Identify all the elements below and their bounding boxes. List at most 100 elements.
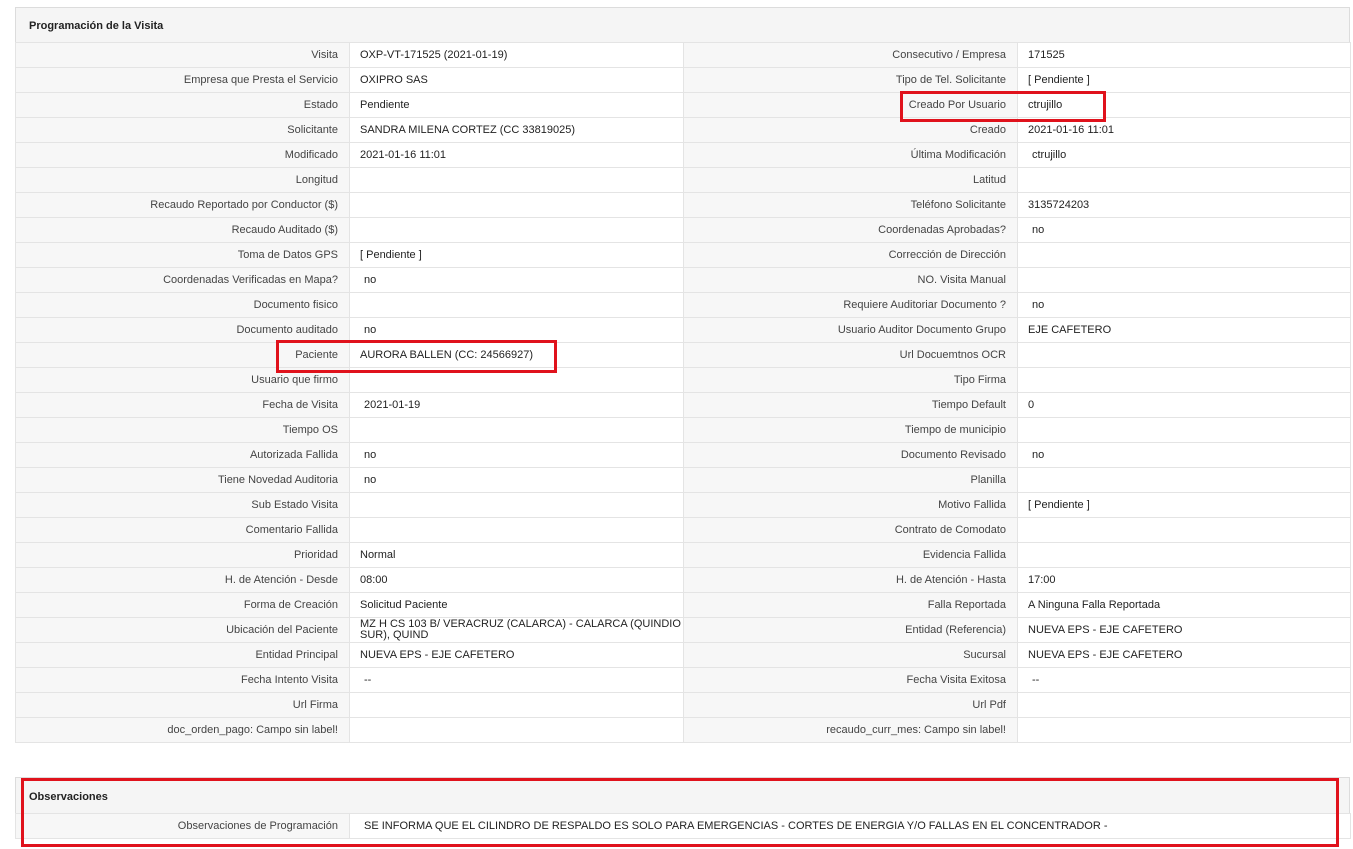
field-label: NO. Visita Manual [683,267,1018,293]
table-row: Fecha de Visita 2021-01-19 Tiempo Default 0 [15,392,1351,418]
field-value: NUEVA EPS - EJE CAFETERO [1017,617,1351,643]
field-value: 2021-01-16 11:01 [1017,117,1351,143]
field-value: [ Pendiente ] [349,242,684,268]
field-label: Tipo Firma [683,367,1018,393]
field-label: Tiempo de municipio [683,417,1018,443]
observaciones-title: Observaciones [15,777,1350,813]
field-label: Falla Reportada [683,592,1018,618]
field-value: no [349,267,684,293]
field-value: ctrujillo [1017,92,1351,118]
field-label: Autorizada Fallida [15,442,350,468]
field-label: Entidad (Referencia) [683,617,1018,643]
field-value [349,717,684,743]
table-row: H. de Atención - Desde 08:00 H. de Atenció… [15,567,1351,593]
table-row: Toma de Datos GPS[ Pendiente ] Corrección… [15,242,1351,268]
field-value: 2021-01-16 11:01 [349,142,684,168]
table-row: Coordenadas Verificadas en Mapa? no NO. Vi… [15,267,1351,293]
table-row: Modificado 2021-01-16 11:01 Última Modific… [15,142,1351,168]
field-value: no [349,317,684,343]
field-value: [ Pendiente ] [1017,492,1351,518]
field-value: 3135724203 [1017,192,1351,218]
table-row: Recaudo Auditado ($) Coordenadas Aprobada… [15,217,1351,243]
field-value: NUEVA EPS - EJE CAFETERO [349,642,684,668]
field-value [1017,542,1351,568]
field-value [1017,692,1351,718]
table-row: Url Firma Url Pdf [15,692,1351,718]
field-value: EJE CAFETERO [1017,317,1351,343]
field-label: Coordenadas Verificadas en Mapa? [15,267,350,293]
field-label: Consecutivo / Empresa [683,42,1018,68]
field-value [349,167,684,193]
field-label: Estado [15,92,350,118]
field-value: no [1017,442,1351,468]
table-row: Estado Pendiente Creado Por Usuario ctrujil… [15,92,1351,118]
field-label: Empresa que Presta el Servicio [15,67,350,93]
field-label: Última Modificación [683,142,1018,168]
field-label: Documento Revisado [683,442,1018,468]
field-value: 08:00 [349,567,684,593]
field-value: Normal [349,542,684,568]
field-label: doc_orden_pago: Campo sin label! [15,717,350,743]
field-label: Creado [683,117,1018,143]
field-label: Fecha Intento Visita [15,667,350,693]
field-value [349,217,684,243]
field-value: SANDRA MILENA CORTEZ (CC 33819025) [349,117,684,143]
field-label: Ubicación del Paciente [15,617,350,643]
field-value: AURORA BALLEN (CC: 24566927) [349,342,684,368]
field-label: Comentario Fallida [15,517,350,543]
observaciones-label: Observaciones de Programación [15,813,350,839]
table-row: Observaciones de Programación SE INFORMA… [15,813,1351,839]
field-label: Solicitante [15,117,350,143]
field-value [349,517,684,543]
field-value [349,292,684,318]
visit-details-table: Visita OXP-VT-171525 (2021-01-19) Consecut… [15,42,1351,743]
field-value [1017,367,1351,393]
field-label: Teléfono Solicitante [683,192,1018,218]
field-value [349,692,684,718]
field-label: Contrato de Comodato [683,517,1018,543]
field-label: Paciente [15,342,350,368]
field-label: Evidencia Fallida [683,542,1018,568]
table-row: Documento auditado no Usuario Auditor Docu… [15,317,1351,343]
field-label: Requiere Auditoriar Documento ? [683,292,1018,318]
field-label: Sucursal [683,642,1018,668]
field-label: Forma de Creación [15,592,350,618]
field-label: Recaudo Reportado por Conductor ($) [15,192,350,218]
field-value [1017,517,1351,543]
field-label: Url Pdf [683,692,1018,718]
table-row: Empresa que Presta el Servicio OXIPRO SAS… [15,67,1351,93]
field-label: Fecha de Visita [15,392,350,418]
field-value: ctrujillo [1017,142,1351,168]
table-row: Ubicación del Paciente MZ H CS 103 B/ VER… [15,617,1351,643]
section-title: Programación de la Visita [15,7,1350,42]
observaciones-table: Observaciones de Programación SE INFORMA… [15,813,1351,839]
field-value [1017,342,1351,368]
field-value [1017,467,1351,493]
table-row: Prioridad Normal Evidencia Fallida [15,542,1351,568]
field-value [1017,267,1351,293]
field-value: 0 [1017,392,1351,418]
field-label: Documento auditado [15,317,350,343]
table-row: Recaudo Reportado por Conductor ($) Teléf… [15,192,1351,218]
table-row: Usuario que firmo Tipo Firma [15,367,1351,393]
field-value [1017,717,1351,743]
table-row: Autorizada Fallida no Documento Revisado no [15,442,1351,468]
field-value [1017,417,1351,443]
field-label: Url Firma [15,692,350,718]
field-label: Tiene Novedad Auditoria [15,467,350,493]
table-row: Entidad Principal NUEVA EPS - EJE CAFETER… [15,642,1351,668]
field-value: 2021-01-19 [349,392,684,418]
field-label: Recaudo Auditado ($) [15,217,350,243]
field-value [349,192,684,218]
field-label: Coordenadas Aprobadas? [683,217,1018,243]
programacion-panel: Programación de la Visita Visita OXP-VT-1… [15,7,1351,743]
field-label: recaudo_curr_mes: Campo sin label! [683,717,1018,743]
field-label: Modificado [15,142,350,168]
field-label: Prioridad [15,542,350,568]
table-row: Comentario Fallida Contrato de Comodato [15,517,1351,543]
observaciones-panel: Observaciones Observaciones de Programac… [15,777,1351,839]
field-value: Pendiente [349,92,684,118]
field-value: no [349,442,684,468]
field-value: OXIPRO SAS [349,67,684,93]
field-value: MZ H CS 103 B/ VERACRUZ (CALARCA) - CALA… [349,617,684,643]
